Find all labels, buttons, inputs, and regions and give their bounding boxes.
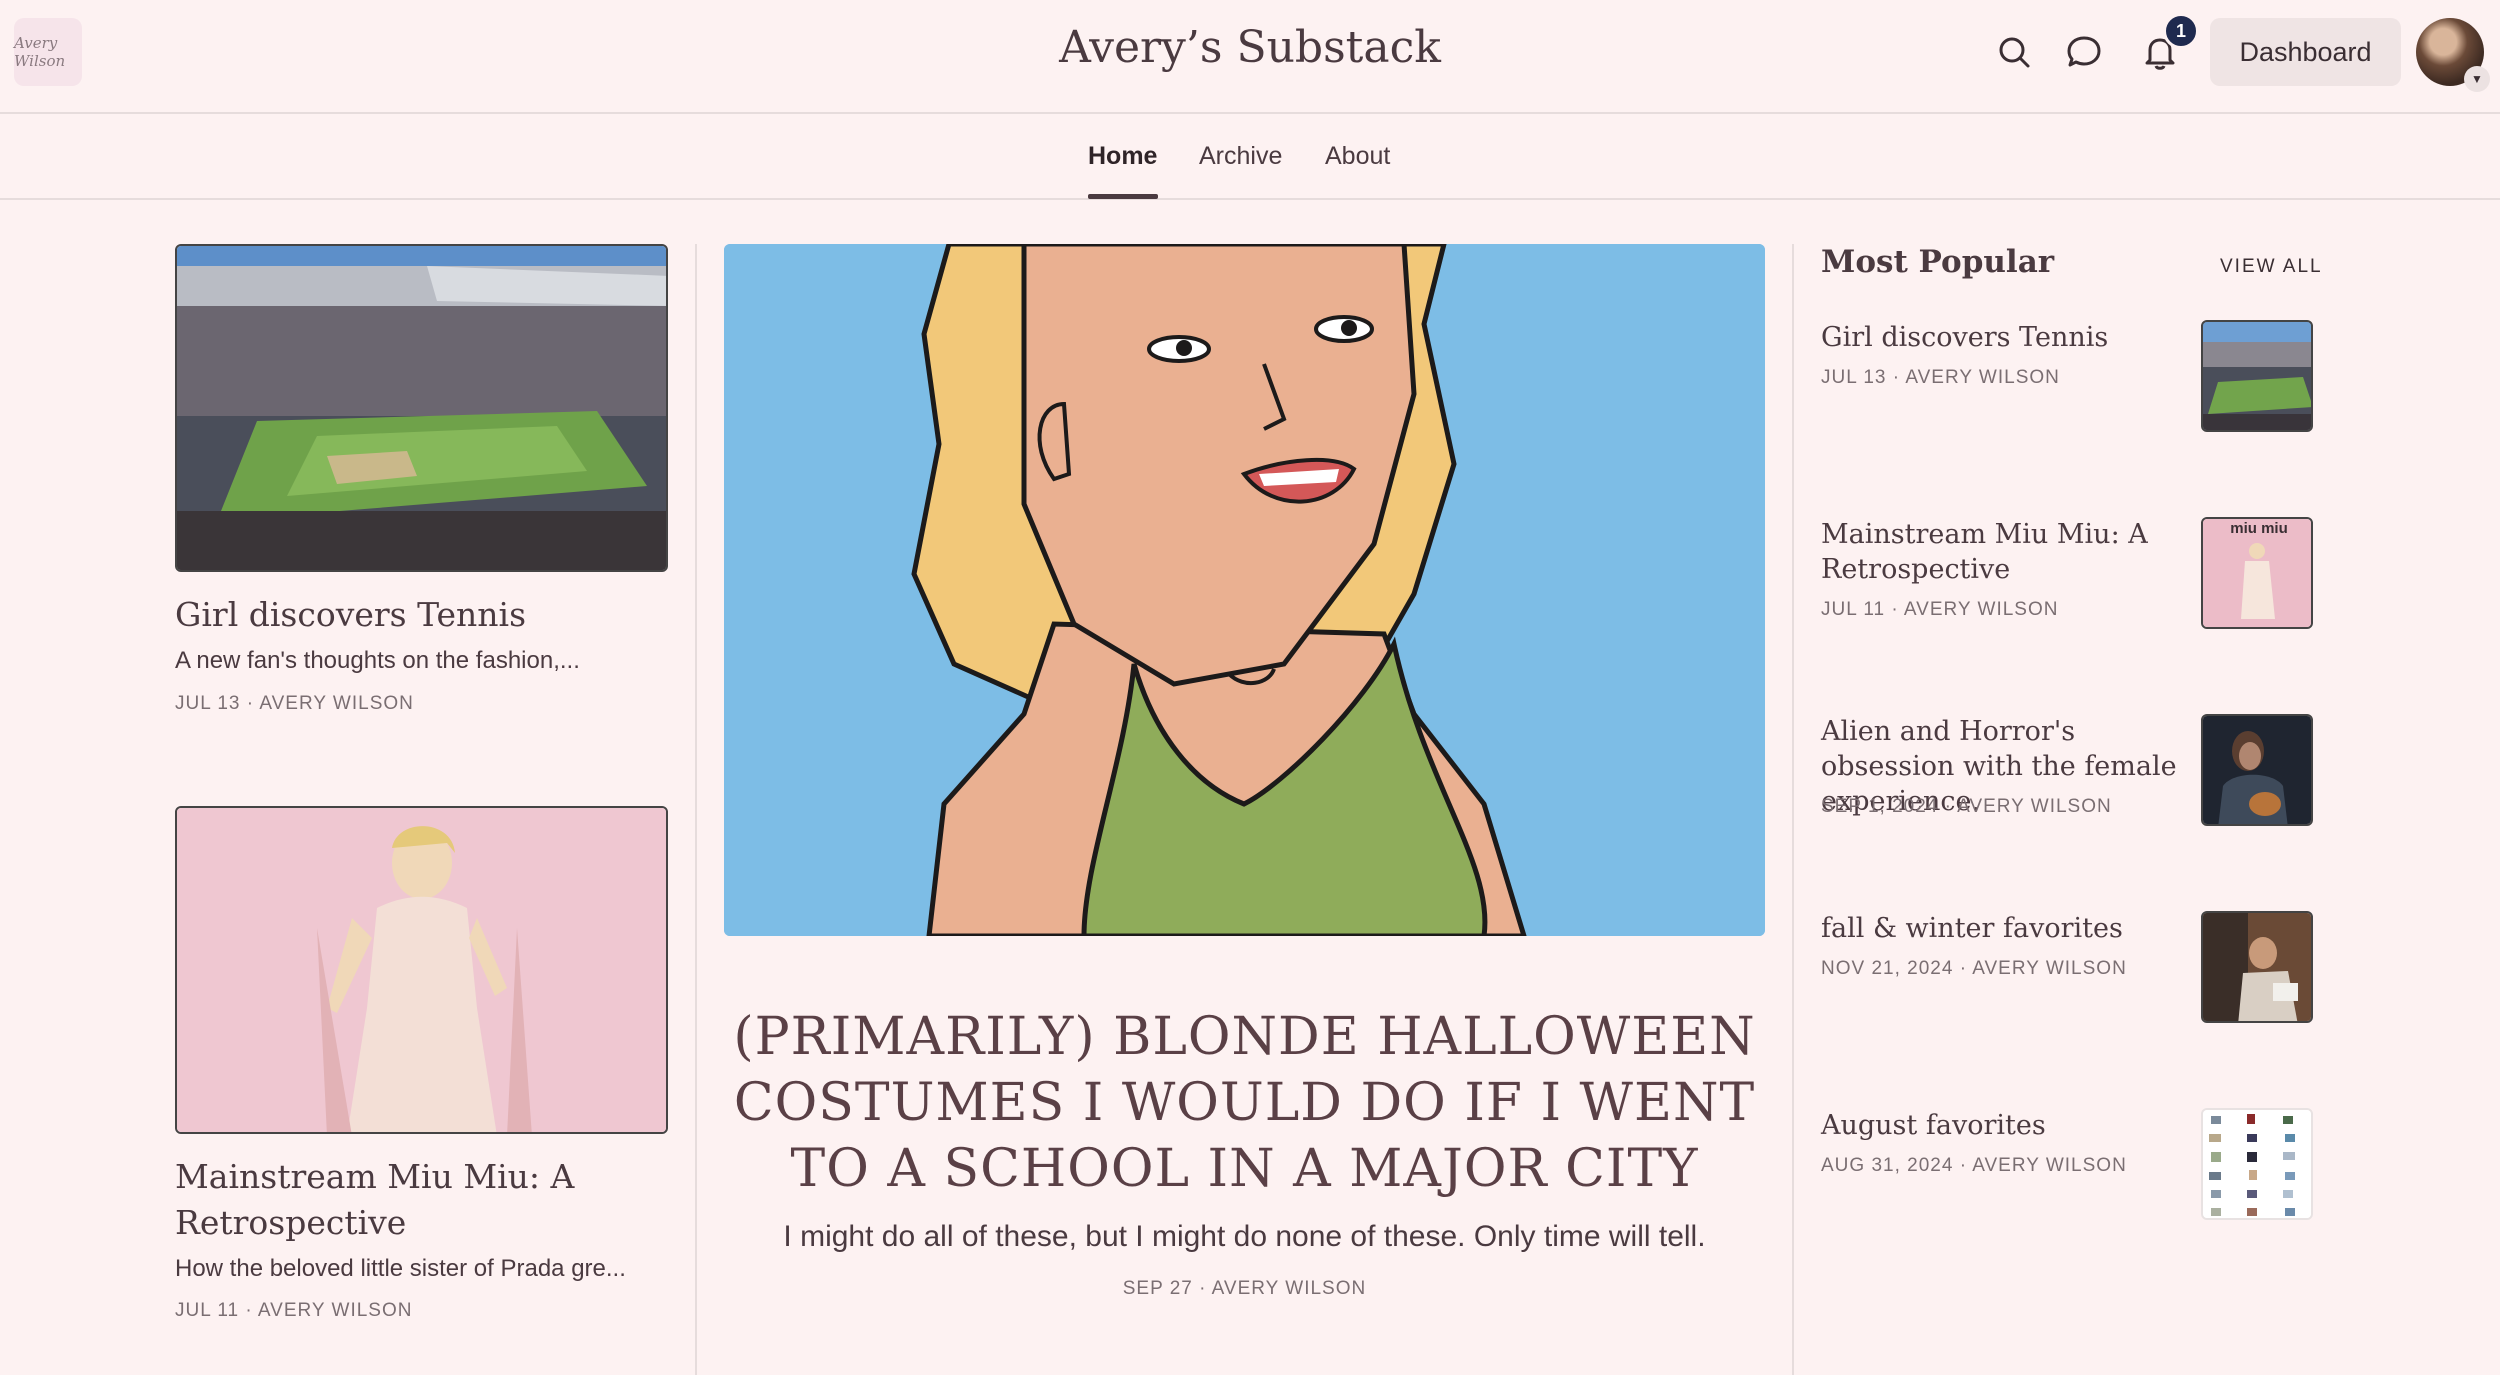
view-all-link[interactable]: VIEW ALL <box>2220 256 2323 278</box>
column-divider <box>1792 244 1794 1375</box>
popular-meta: JUL 13 · AVERY WILSON <box>1821 367 2060 388</box>
post-title[interactable]: Mainstream Miu Miu: A Retrospective <box>175 1154 675 1246</box>
post-meta: JUL 13 · AVERY WILSON <box>175 693 414 714</box>
tab-about[interactable]: About <box>1325 142 1390 171</box>
featured-title[interactable]: (PRIMARILY) BLONDE HALLOWEEN COSTUMES I … <box>724 1004 1765 1202</box>
active-tab-indicator <box>1088 194 1158 199</box>
popular-meta: JUL 11 · AVERY WILSON <box>1821 599 2059 620</box>
post-subtitle: A new fan's thoughts on the fashion,... <box>175 647 580 674</box>
popular-meta: AUG 31, 2024 · AVERY WILSON <box>1821 1155 2127 1176</box>
thumb-brand-text: miu miu <box>2230 520 2288 537</box>
post-title[interactable]: Girl discovers Tennis <box>175 592 675 638</box>
site-header: Avery Wilson Avery’s Substack 1 Dashboar… <box>0 0 2500 114</box>
post-subtitle: How the beloved little sister of Prada g… <box>175 1255 626 1282</box>
site-title[interactable]: Avery’s Substack <box>0 22 2500 73</box>
popular-thumb-tennis[interactable] <box>2201 320 2313 432</box>
chat-icon[interactable] <box>2064 32 2104 72</box>
search-icon[interactable] <box>1994 32 2034 72</box>
post-image-miu-miu[interactable] <box>175 806 668 1134</box>
popular-thumb-fall-winter[interactable] <box>2201 911 2313 1023</box>
popular-title[interactable]: fall & winter favorites <box>1821 911 2191 946</box>
popular-thumb-alien[interactable] <box>2201 714 2313 826</box>
dashboard-button[interactable]: Dashboard <box>2210 18 2401 86</box>
post-meta: JUL 11 · AVERY WILSON <box>175 1300 413 1321</box>
popular-meta: NOV 21, 2024 · AVERY WILSON <box>1821 958 2127 979</box>
featured-meta: SEP 27 · AVERY WILSON <box>1122 1278 1367 1299</box>
featured-subtitle: I might do all of these, but I might do … <box>783 1220 1706 1253</box>
column-divider <box>695 244 697 1375</box>
popular-thumb-miu-miu[interactable]: miu miu <box>2201 517 2313 629</box>
popular-meta: SEP 1, 2024 · AVERY WILSON <box>1821 796 2112 817</box>
most-popular-heading: Most Popular <box>1821 244 2055 280</box>
chevron-down-icon[interactable]: ▼ <box>2464 66 2490 92</box>
post-image-tennis[interactable] <box>175 244 668 572</box>
featured-image[interactable] <box>724 244 1765 936</box>
notification-badge: 1 <box>2163 13 2199 49</box>
nav-tabs: Home Archive About <box>0 114 2500 200</box>
popular-thumb-august[interactable] <box>2201 1108 2313 1220</box>
popular-title[interactable]: Mainstream Miu Miu: A Retrospective <box>1821 517 2191 587</box>
tab-archive[interactable]: Archive <box>1199 142 1282 171</box>
popular-title[interactable]: Girl discovers Tennis <box>1821 320 2191 355</box>
tab-home[interactable]: Home <box>1088 142 1157 171</box>
popular-title[interactable]: August favorites <box>1821 1108 2191 1143</box>
